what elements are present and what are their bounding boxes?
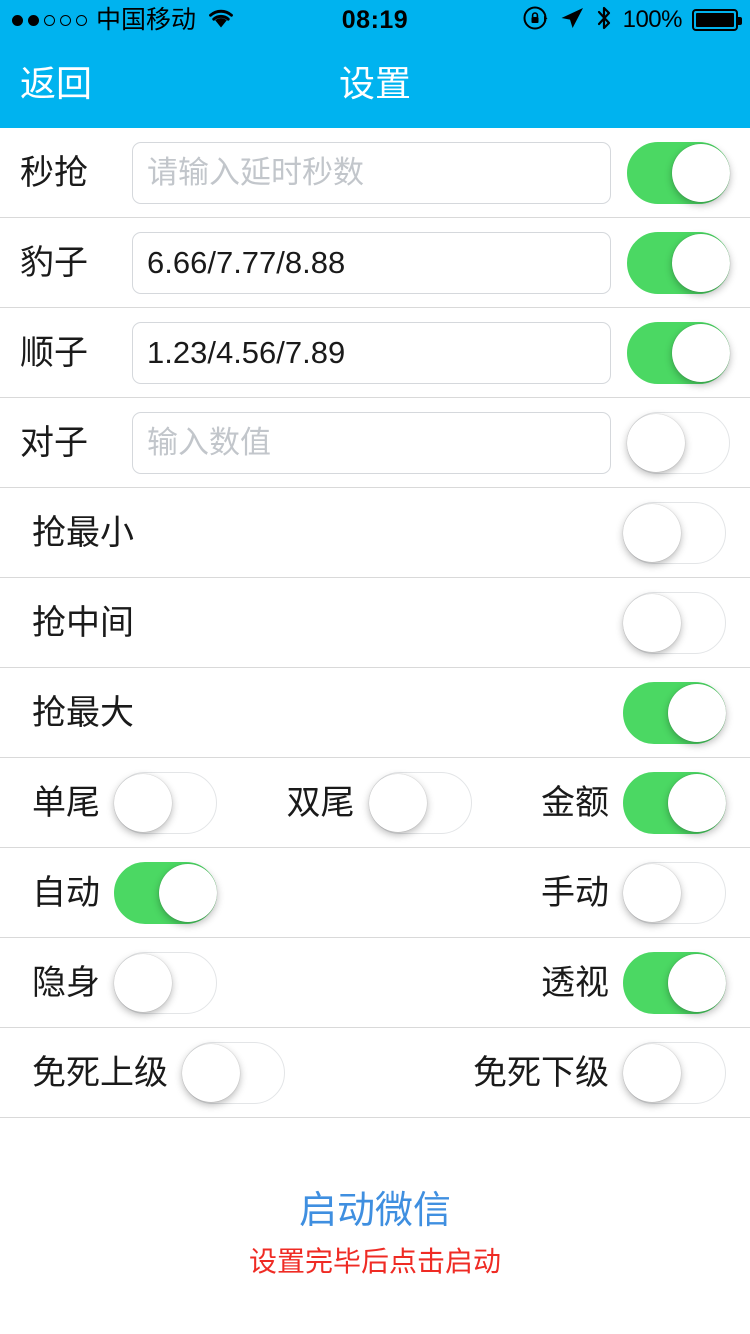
settings-list: 秒抢豹子顺子对子抢最小抢中间抢最大单尾 双尾 金额自动 手动隐身 透视免死上级 免死下级 (0, 128, 750, 1118)
row-label: 抢最小 (32, 513, 134, 552)
switch-mian-si-xia-ji[interactable] (623, 1041, 726, 1104)
row-label: 双尾 (286, 783, 355, 822)
status-bar-right: 100% (523, 4, 742, 37)
navigation-bar: 返回 设置 (0, 40, 750, 128)
switch-knob (672, 233, 730, 292)
switch-knob (672, 143, 730, 202)
signal-strength-dots (12, 14, 87, 26)
toggle-group-tou-shi: 透视 (541, 951, 726, 1014)
switch-duizi[interactable] (627, 411, 730, 474)
switch-knob (668, 953, 726, 1012)
row-label: 隐身 (32, 963, 100, 1002)
bluetooth-icon (595, 4, 613, 37)
switch-mian-si-shang-ji[interactable] (182, 1041, 285, 1104)
switch-jin-e[interactable] (623, 771, 726, 834)
input-duizi[interactable] (132, 411, 611, 474)
footer-hint-text: 设置完毕后点击启动 (248, 1245, 501, 1277)
settings-row-miaoqiang: 秒抢 (0, 128, 750, 218)
settings-row-stealth-xray-row: 隐身 透视 (0, 938, 750, 1028)
toggle-group-dan-wei: 单尾 (32, 771, 217, 834)
settings-row-qiang-zui-da: 抢最大 (0, 668, 750, 758)
switch-zi-dong[interactable] (114, 861, 217, 924)
switch-knob (182, 1043, 240, 1102)
row-label: 对子 (20, 423, 88, 462)
row-label: 手动 (541, 873, 609, 912)
wifi-icon (207, 7, 235, 34)
switch-knob (668, 683, 726, 742)
row-label: 透视 (541, 963, 609, 1002)
switch-qiang-zui-xiao[interactable] (623, 501, 726, 564)
settings-row-mian-si-row: 免死上级 免死下级 (0, 1028, 750, 1118)
settings-row-wei-jine-row: 单尾 双尾 金额 (0, 758, 750, 848)
battery-percentage: 100% (622, 6, 683, 33)
row-label: 豹子 (20, 243, 88, 282)
row-label: 自动 (32, 873, 100, 912)
row-label: 免死上级 (32, 1053, 168, 1092)
switch-knob (627, 413, 685, 472)
switch-yin-shen[interactable] (114, 951, 217, 1014)
row-label: 免死下级 (473, 1053, 609, 1092)
location-arrow-icon (559, 5, 585, 36)
input-baozi[interactable] (132, 231, 611, 294)
toggle-group-mian-si-shang-ji: 免死上级 (32, 1041, 285, 1104)
switch-dan-wei[interactable] (114, 771, 217, 834)
switch-knob (623, 503, 681, 562)
settings-row-qiang-zui-xiao: 抢最小 (0, 488, 750, 578)
toggle-group-shuang-wei: 双尾 (286, 771, 472, 834)
switch-knob (672, 323, 730, 382)
settings-row-auto-manual-row: 自动 手动 (0, 848, 750, 938)
toggle-group-shou-dong: 手动 (541, 861, 726, 924)
switch-knob (623, 1043, 681, 1102)
settings-row-qiang-zhong-jian: 抢中间 (0, 578, 750, 668)
switch-knob (668, 773, 726, 832)
switch-knob (623, 863, 681, 922)
footer: 启动微信 设置完毕后点击启动 (0, 1118, 750, 1280)
toggle-group-yin-shen: 隐身 (32, 951, 217, 1014)
switch-shunzi[interactable] (627, 321, 730, 384)
toggle-group-mian-si-xia-ji: 免死下级 (473, 1041, 726, 1104)
switch-baozi[interactable] (627, 231, 730, 294)
switch-knob (368, 773, 427, 832)
switch-qiang-zhong-jian[interactable] (623, 591, 726, 654)
switch-qiang-zui-da[interactable] (623, 681, 726, 744)
status-bar: 中国移动 08:19 100% (0, 0, 750, 40)
switch-miaoqiang[interactable] (627, 141, 730, 204)
row-label: 抢中间 (32, 603, 134, 642)
switch-shuang-wei[interactable] (368, 771, 472, 834)
switch-knob (623, 593, 681, 652)
row-label: 单尾 (32, 783, 100, 822)
page-title: 设置 (338, 63, 411, 104)
rotation-lock-icon (523, 5, 549, 36)
carrier-name: 中国移动 (96, 5, 197, 34)
toggle-group-jin-e: 金额 (541, 771, 726, 834)
settings-row-baozi: 豹子 (0, 218, 750, 308)
settings-row-shunzi: 顺子 (0, 308, 750, 398)
switch-knob (114, 773, 172, 832)
row-label: 抢最大 (32, 693, 134, 732)
input-shunzi[interactable] (132, 321, 611, 384)
row-label: 秒抢 (20, 153, 88, 192)
input-miaoqiang[interactable] (132, 141, 611, 204)
toggle-group-zi-dong: 自动 (32, 861, 217, 924)
settings-screen: 中国移动 08:19 100% 返回 设置 秒抢 请输入延时秒数 豹子 6.66… (0, 0, 750, 1334)
switch-shou-dong[interactable] (623, 861, 726, 924)
row-label: 金额 (541, 783, 609, 822)
switch-tou-shi[interactable] (623, 951, 726, 1014)
status-bar-left: 中国移动 (12, 7, 235, 34)
row-label: 顺子 (20, 333, 88, 372)
switch-knob (159, 863, 217, 922)
battery-full-icon (692, 9, 742, 31)
launch-wechat-button[interactable]: 启动微信 (299, 1188, 451, 1236)
settings-row-duizi: 对子 (0, 398, 750, 488)
switch-knob (114, 953, 172, 1012)
